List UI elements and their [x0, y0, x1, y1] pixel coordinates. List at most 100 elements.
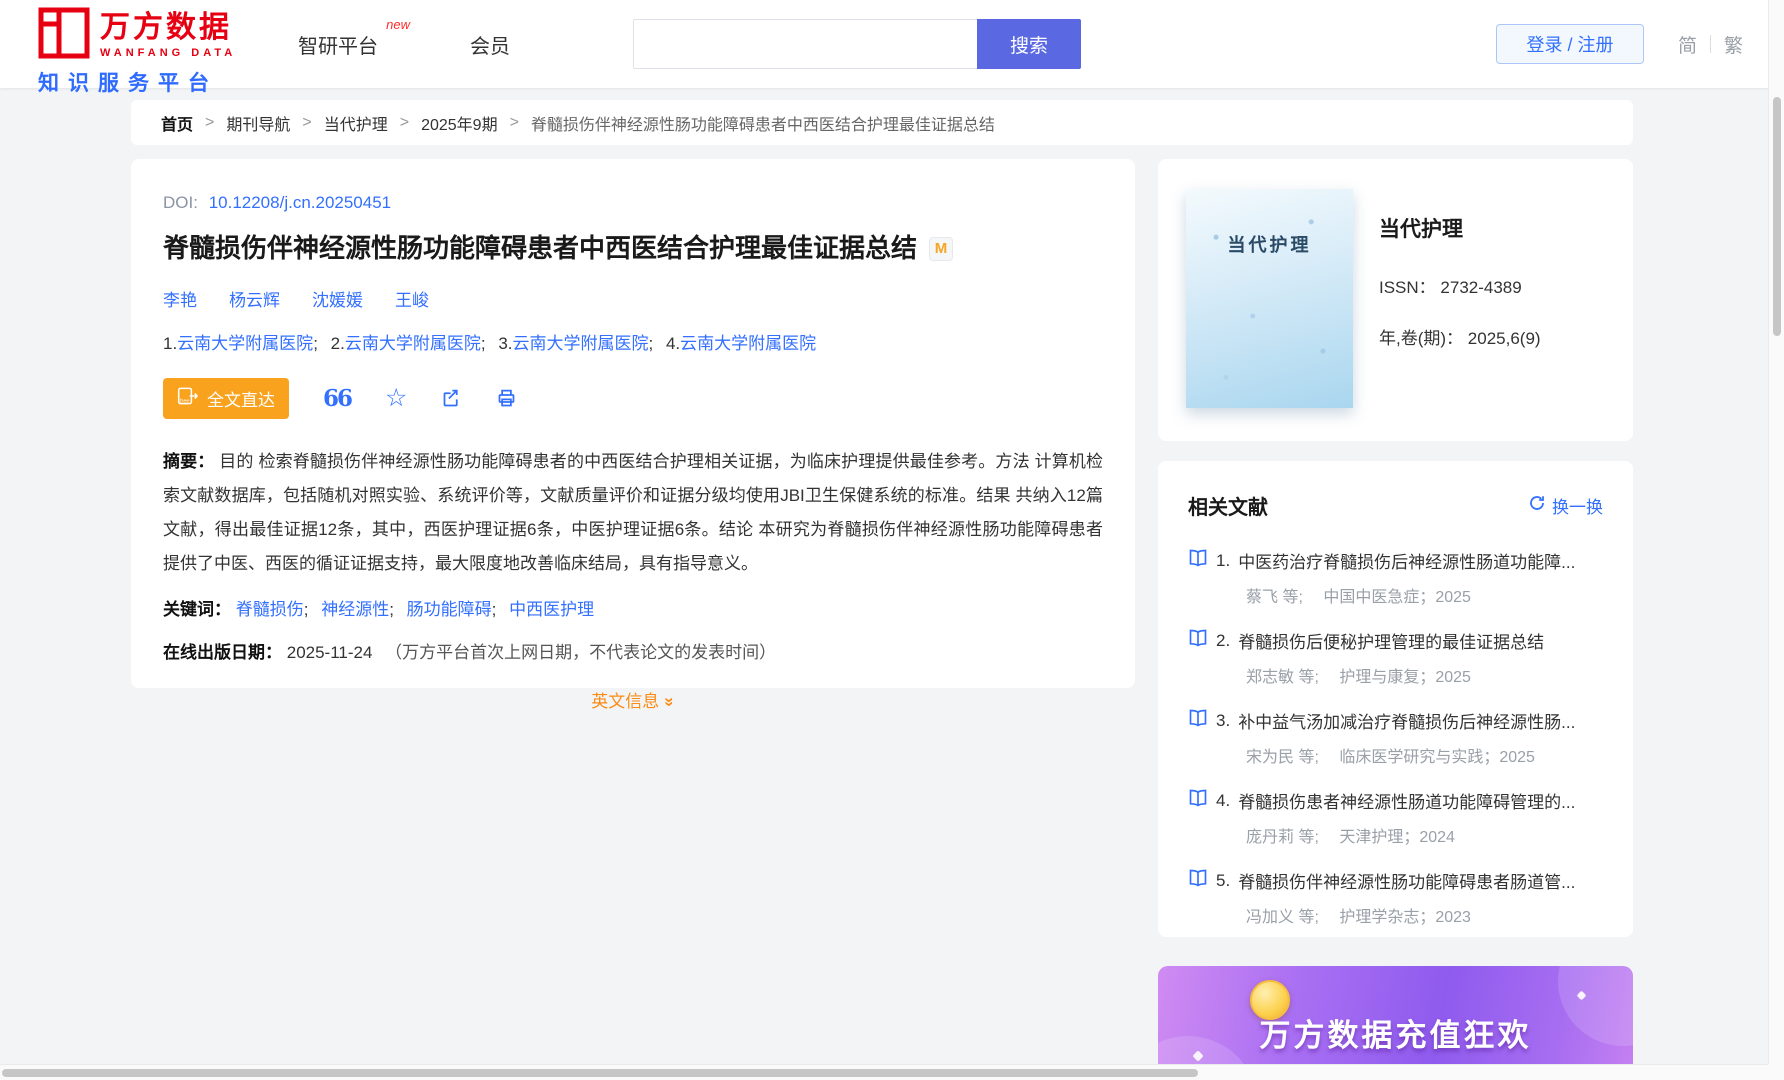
banner-title: 万方数据充值狂欢: [1259, 1018, 1532, 1053]
refresh-icon: [1528, 494, 1546, 517]
english-info-row: 英文信息»: [163, 687, 1103, 712]
doi-label: DOI:: [163, 193, 198, 212]
author-link[interactable]: 李艳: [163, 286, 197, 311]
keyword-link[interactable]: 肠功能障碍: [407, 600, 492, 619]
english-info-link[interactable]: 英文信息»: [591, 692, 680, 711]
related-item-title[interactable]: 脊髓损伤患者神经源性肠道功能障碍管理的...: [1238, 788, 1575, 813]
author-link[interactable]: 杨云辉: [229, 286, 280, 311]
keywords-row: 关键词： 脊髓损伤; 神经源性; 肠功能障碍; 中西医护理: [163, 595, 1103, 620]
keyword-separator: ;: [303, 600, 309, 620]
related-item-source: 临床医学研究与实践；2025: [1339, 749, 1535, 766]
related-item-index: 3.: [1216, 710, 1231, 730]
related-item-source: 中国中医急症；2025: [1323, 589, 1471, 606]
breadcrumb: 首页 > 期刊导航 > 当代护理 > 2025年9期 > 脊髓损伤伴神经源性肠功…: [131, 100, 1633, 145]
breadcrumb-journal[interactable]: 当代护理: [324, 111, 388, 135]
affiliation-index: 3.: [498, 334, 513, 354]
affiliation-index: 2.: [330, 334, 345, 354]
related-item-title[interactable]: 脊髓损伤伴神经源性肠功能障碍患者肠道管...: [1238, 868, 1575, 893]
related-item-meta: 宋为民 等; 临床医学研究与实践；2025: [1188, 743, 1603, 767]
book-icon: [1188, 789, 1208, 812]
article-detail-card: DOI: 10.12208/j.cn.20250451 脊髓损伤伴神经源性肠功能…: [131, 159, 1135, 711]
doi-link[interactable]: 10.12208/j.cn.20250451: [209, 193, 391, 212]
login-register-button[interactable]: 登录 / 注册: [1496, 24, 1644, 64]
abstract-label: 摘要：: [163, 452, 215, 472]
vertical-scrollbar-thumb[interactable]: [1773, 97, 1781, 336]
book-icon: [1188, 709, 1208, 732]
promo-banner[interactable]: 万方数据充值狂欢: [1158, 966, 1633, 1080]
search-button[interactable]: 搜索: [977, 19, 1081, 69]
export-share-icon[interactable]: [441, 388, 462, 409]
related-item-authors: 郑志敏 等;: [1246, 669, 1319, 686]
volume-value: 2025,6(9): [1467, 329, 1541, 348]
lang-simplified[interactable]: 简: [1678, 31, 1697, 58]
affiliation-index: 1.: [163, 334, 178, 354]
affiliation-link[interactable]: 云南大学附属医院: [680, 334, 816, 353]
related-item-meta: 蔡飞 等; 中国中医急症；2025: [1188, 583, 1603, 607]
refresh-related-button[interactable]: 换一换: [1528, 493, 1603, 518]
related-item-meta: 冯加义 等; 护理学杂志；2023: [1188, 903, 1603, 927]
vertical-scrollbar[interactable]: [1768, 0, 1784, 1064]
journal-cover[interactable]: 当代护理: [1186, 189, 1353, 408]
related-header: 相关文献 换一换: [1188, 491, 1603, 520]
fulltext-button-label: 全文直达: [207, 391, 275, 411]
publish-date: 2025-11-24: [286, 643, 373, 663]
lang-traditional[interactable]: 繁: [1724, 31, 1743, 58]
author-link[interactable]: 沈媛媛: [312, 286, 363, 311]
favorite-star-icon[interactable]: ☆: [385, 386, 407, 411]
related-item-index: 1.: [1216, 550, 1231, 570]
related-documents-card: 相关文献 换一换 1. 中医药治疗脊髓损伤后神经源性肠道功能障... 蔡飞 等;…: [1158, 461, 1633, 937]
cite-icon[interactable]: 66: [323, 385, 353, 412]
related-item-authors: 庞丹莉 等;: [1246, 829, 1319, 846]
affiliation-link[interactable]: 云南大学附属医院: [513, 334, 649, 353]
related-item-index: 2.: [1216, 630, 1231, 650]
search-bar: 搜索: [633, 19, 1081, 69]
breadcrumb-current-article: 脊髓损伤伴神经源性肠功能障碍患者中西医结合护理最佳证据总结: [530, 116, 995, 134]
journal-name-link[interactable]: 当代护理: [1379, 213, 1541, 243]
journal-info: 当代护理 ISSN： 2732-4389 年,卷(期)： 2025,6(9): [1379, 189, 1541, 411]
related-item-index: 5.: [1216, 870, 1231, 890]
journal-issn-row: ISSN： 2732-4389: [1379, 273, 1541, 298]
brand-name-en: WANFANG DATA: [100, 47, 237, 60]
related-item-title[interactable]: 脊髓损伤后便秘护理管理的最佳证据总结: [1238, 628, 1544, 653]
breadcrumb-home[interactable]: 首页: [161, 111, 193, 135]
keyword-link[interactable]: 神经源性: [321, 600, 389, 619]
horizontal-scrollbar[interactable]: [0, 1064, 1768, 1080]
refresh-label: 换一换: [1552, 498, 1603, 517]
affiliation-link[interactable]: 云南大学附属医院: [177, 334, 313, 353]
journal-cover-title: 当代护理: [1227, 235, 1312, 255]
wanfang-logo[interactable]: 万方数据 WANFANG DATA 知识服务平台: [38, 7, 236, 97]
abstract-text: 目的 检索脊髓损伤伴神经源性肠功能障碍患者的中西医结合护理相关证据，为临床护理提…: [163, 452, 1103, 574]
issn-value: 2732-4389: [1440, 278, 1522, 297]
nav-item-zhiyan[interactable]: 智研平台 new: [298, 17, 410, 59]
fulltext-button[interactable]: free 全文直达: [163, 378, 289, 420]
article-title: 脊髓损伤伴神经源性肠功能障碍患者中西医结合护理最佳证据总结: [163, 233, 918, 263]
fulltext-icon: free: [177, 386, 199, 411]
keyword-link[interactable]: 脊髓损伤: [236, 600, 304, 619]
authors-row: 李艳 杨云辉 沈媛媛 王峻: [163, 286, 1103, 311]
issn-label: ISSN：: [1379, 278, 1436, 297]
related-item-authors: 蔡飞 等;: [1246, 589, 1303, 606]
search-input[interactable]: [633, 19, 977, 69]
print-icon[interactable]: [496, 388, 517, 409]
keyword-link[interactable]: 中西医护理: [509, 600, 594, 619]
nav-item-member[interactable]: 会员: [470, 30, 510, 59]
related-item-authors: 宋为民 等;: [1246, 749, 1319, 766]
related-item-title[interactable]: 中医药治疗脊髓损伤后神经源性肠道功能障...: [1238, 548, 1575, 573]
breadcrumb-journal-nav[interactable]: 期刊导航: [226, 111, 290, 135]
related-item: 1. 中医药治疗脊髓损伤后神经源性肠道功能障... 蔡飞 等; 中国中医急症；2…: [1188, 548, 1603, 607]
breadcrumb-issue[interactable]: 2025年9期: [421, 111, 498, 135]
author-link[interactable]: 王峻: [395, 286, 429, 311]
doi-row: DOI: 10.12208/j.cn.20250451: [163, 193, 1103, 213]
publish-date-row: 在线出版日期： 2025-11-24 （万方平台首次上网日期，不代表论文的发表时…: [163, 638, 1103, 663]
chevron-down-icon: »: [661, 697, 680, 707]
horizontal-scrollbar-thumb[interactable]: [2, 1069, 1198, 1077]
brand-tagline: 知识服务平台: [38, 72, 218, 95]
related-item-meta: 庞丹莉 等; 天津护理；2024: [1188, 823, 1603, 847]
related-item-title[interactable]: 补中益气汤加减治疗脊髓损伤后神经源性肠...: [1238, 708, 1575, 733]
affiliation-separator: ;: [480, 334, 486, 354]
affiliation-link[interactable]: 云南大学附属医院: [345, 334, 481, 353]
book-icon: [1188, 549, 1208, 572]
wanfang-logo-icon: [38, 7, 90, 64]
header: 万方数据 WANFANG DATA 知识服务平台 智研平台 new 会员 搜索 …: [0, 0, 1784, 95]
keywords-label: 关键词：: [163, 600, 231, 620]
